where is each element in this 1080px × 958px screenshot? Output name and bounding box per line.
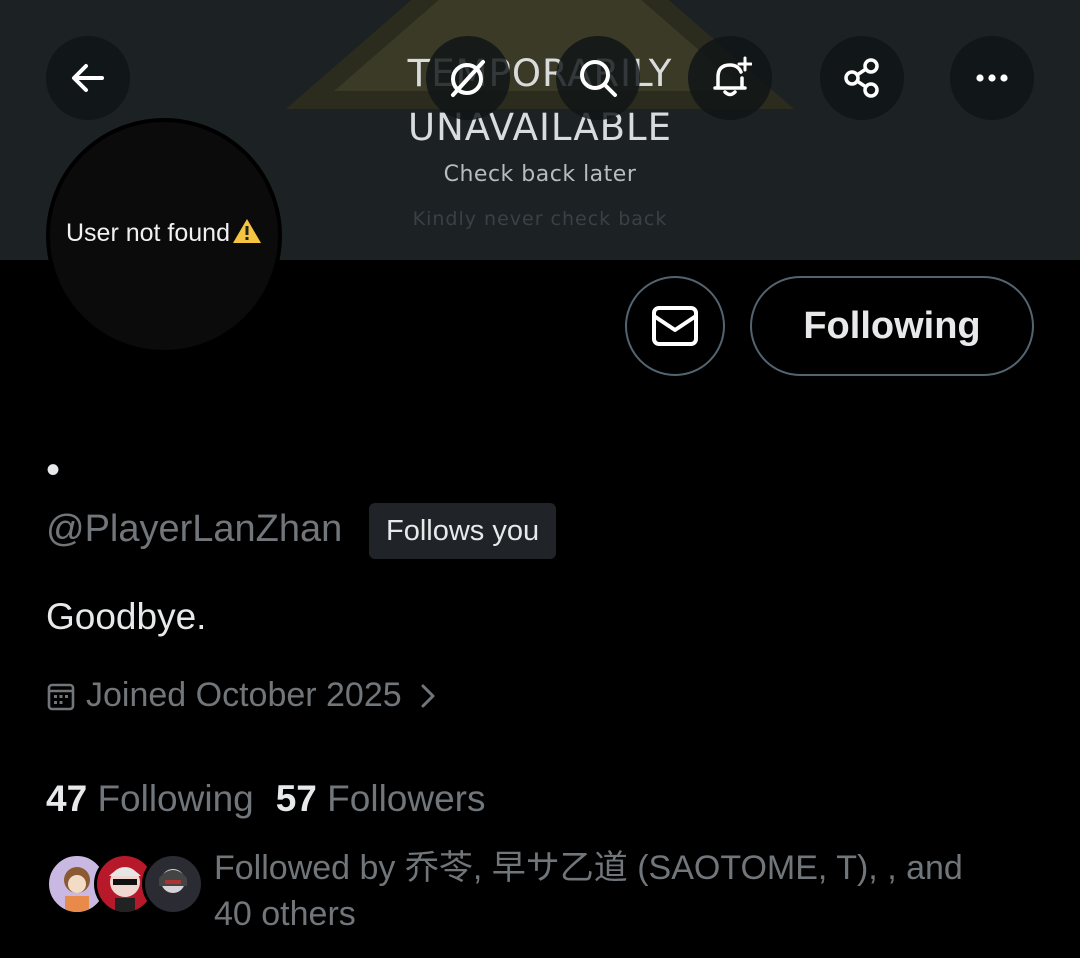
share-button[interactable] (820, 36, 904, 120)
follows-you-badge: Follows you (369, 503, 557, 559)
avatar-text: User not found (66, 219, 230, 247)
notifications-button[interactable] (688, 36, 772, 120)
followed-by-line-2: 40 others (214, 895, 356, 933)
display-name: • (46, 448, 61, 492)
user-handle: @PlayerLanZhan (46, 508, 343, 550)
followers-count: 57 (275, 778, 317, 819)
following-label: Following (97, 778, 254, 819)
followers-you-know-avatars[interactable] (46, 853, 206, 919)
more-button[interactable] (950, 36, 1034, 120)
bell-plus-icon (713, 56, 752, 97)
following-count: 47 (46, 778, 88, 819)
grok-icon (451, 60, 485, 97)
followers-count-link[interactable]: 57 Followers (276, 778, 486, 820)
banner-text-line-1: TEMPORARILY (407, 52, 673, 95)
joined-date-row[interactable]: Joined October 2025 (46, 676, 446, 715)
more-icon (976, 74, 1008, 82)
following-button[interactable]: Following (750, 276, 1034, 376)
warning-icon (233, 219, 261, 243)
avatar-caption: User not found (66, 218, 262, 248)
back-arrow-icon (72, 64, 104, 92)
calendar-icon (47, 683, 75, 710)
grok-button[interactable] (426, 36, 510, 120)
chevron-right-icon (421, 684, 435, 707)
envelope-icon (652, 306, 698, 346)
following-count-link[interactable]: 47 Following (46, 778, 254, 820)
search-icon (580, 60, 617, 97)
avatar[interactable]: User not found (46, 118, 282, 354)
share-icon (844, 58, 879, 98)
follow-stats: 47 Following 57 Followers (46, 778, 508, 820)
followed-by-line-1: Followed by 乔苓, 早サ乙道 (SAOTOME, T), , and (214, 849, 963, 887)
joined-date-text: Joined October 2025 (86, 676, 402, 714)
bio: Goodbye. (46, 596, 207, 637)
back-button[interactable] (46, 36, 130, 120)
search-button[interactable] (556, 36, 640, 120)
followers-label: Followers (327, 778, 486, 819)
follower-avatar-3 (142, 853, 204, 915)
message-button[interactable] (625, 276, 725, 376)
followed-by-text[interactable]: Followed by 乔苓, 早サ乙道 (SAOTOME, T), , and… (214, 845, 1034, 937)
